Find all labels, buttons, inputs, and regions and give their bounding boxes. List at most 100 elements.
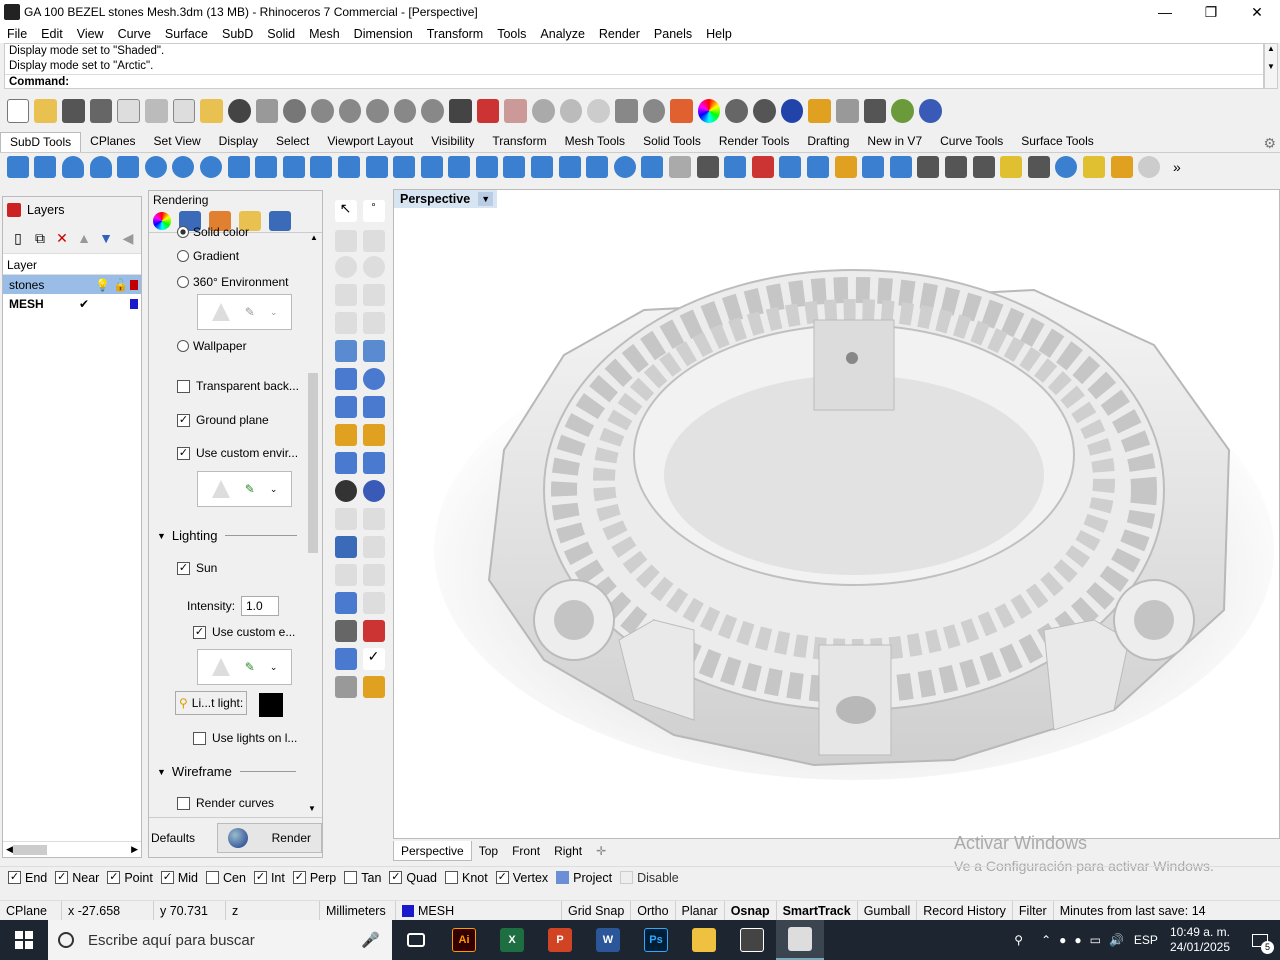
subd-globe-icon[interactable] <box>1055 156 1078 178</box>
subd-cup-icon[interactable] <box>669 156 692 178</box>
current-layer-check-icon[interactable]: ✔ <box>79 297 89 311</box>
render-light-icon[interactable] <box>808 99 832 123</box>
language-indicator[interactable]: ESP <box>1134 933 1158 947</box>
menu-panels[interactable]: Panels <box>647 27 699 41</box>
text-dimension-icon[interactable] <box>362 452 385 474</box>
tab-perspective[interactable]: Perspective <box>393 841 472 861</box>
defaults-button[interactable]: Defaults <box>149 831 211 845</box>
photoshop-icon[interactable]: Ps <box>632 920 680 960</box>
menu-mesh[interactable]: Mesh <box>302 27 347 41</box>
subd-mesh-icon[interactable] <box>531 156 554 178</box>
osnap-checkbox[interactable]: ✓ <box>160 871 174 884</box>
surface-icon[interactable] <box>334 340 357 362</box>
subd-box-icon[interactable] <box>6 156 29 178</box>
print-icon[interactable] <box>89 99 113 123</box>
paint-icon[interactable] <box>362 676 385 698</box>
subd-delete-icon[interactable] <box>751 156 774 178</box>
subd-sweep2-icon[interactable] <box>282 156 305 178</box>
osnap-checkbox[interactable]: ✓ <box>292 871 306 884</box>
custom-environment-checkbox[interactable]: ✓ Use custom envir... <box>177 446 298 460</box>
tab-cplanes[interactable]: CPlanes <box>81 132 144 152</box>
osnap-checkbox[interactable]: ✓ <box>495 871 509 884</box>
microphone-icon[interactable]: 🎤 <box>361 931 380 949</box>
maximize-button[interactable]: ❐ <box>1188 0 1234 24</box>
calculator-icon[interactable] <box>728 920 776 960</box>
subd-ellipsoid-icon[interactable] <box>172 156 195 178</box>
tray-app-2-icon[interactable]: ● <box>1074 933 1081 947</box>
sun-checkbox[interactable]: ✓ Sun <box>177 561 217 575</box>
subd-flag-icon[interactable] <box>1082 156 1105 178</box>
render-button[interactable]: Render <box>216 822 322 853</box>
boolean-union-icon[interactable] <box>362 368 385 390</box>
subd-brush-icon[interactable] <box>1110 156 1133 178</box>
subd-grid-icon[interactable] <box>889 156 912 178</box>
subd-loft-icon[interactable] <box>310 156 333 178</box>
subd-smooth-icon[interactable] <box>807 156 830 178</box>
notifications-icon[interactable]: 5 <box>1240 920 1280 960</box>
render-tools-icon[interactable] <box>334 424 357 446</box>
select-arrow-icon[interactable]: ↖ <box>334 200 357 222</box>
array-icon[interactable] <box>362 592 385 614</box>
rendered-sphere-icon[interactable] <box>780 99 804 123</box>
rotate-view-icon[interactable] <box>283 99 306 123</box>
subd-crease-icon[interactable] <box>586 156 609 178</box>
subd-tools-icon[interactable] <box>944 156 967 178</box>
subd-spider-icon[interactable] <box>1027 156 1050 178</box>
units-status[interactable]: Millimeters <box>320 900 396 921</box>
subd-sphere-icon[interactable] <box>144 156 167 178</box>
viewport-title-tab[interactable]: Perspective ▼ <box>394 190 498 208</box>
light-bulb-icon[interactable] <box>587 99 610 123</box>
osnap-checkbox[interactable] <box>556 871 570 884</box>
layer-color-swatch[interactable] <box>130 279 138 290</box>
ungroup-icon[interactable] <box>362 480 385 502</box>
blocks-icon[interactable] <box>334 592 357 614</box>
pan-hand-icon[interactable] <box>255 99 279 123</box>
minimize-button[interactable]: — <box>1142 0 1188 24</box>
menu-edit[interactable]: Edit <box>34 27 70 41</box>
subd-sphere-2-icon[interactable] <box>613 156 636 178</box>
color-wheel-icon[interactable] <box>697 99 721 123</box>
layers-panel-title[interactable]: Layers <box>27 203 65 217</box>
cplane-status[interactable]: CPlane <box>0 900 62 921</box>
excel-icon[interactable]: X <box>488 920 536 960</box>
new-sublayer-icon[interactable]: ⧉ <box>31 229 49 247</box>
custom-environment-preview[interactable]: ✎ ⌄ <box>197 471 292 507</box>
ellipse-icon[interactable] <box>362 256 385 278</box>
rhino-taskbar-icon[interactable] <box>776 920 824 960</box>
four-views-icon[interactable] <box>449 99 472 123</box>
subd-cube-gold-icon[interactable] <box>1000 156 1023 178</box>
layer-row-stones[interactable]: stones 💡 🔓 <box>3 275 141 294</box>
subd-convert-icon[interactable] <box>972 156 995 178</box>
dimension-icon[interactable] <box>334 452 357 474</box>
car-icon[interactable] <box>476 99 500 123</box>
orient-icon[interactable] <box>362 564 385 586</box>
osnap-perp[interactable]: ✓ Perp <box>292 871 336 885</box>
rendering-scrollbar[interactable]: ▲ ▼ <box>308 233 320 813</box>
subd-pen-icon[interactable] <box>779 156 802 178</box>
osnap-end[interactable]: ✓ End <box>8 871 47 885</box>
curve-icon[interactable] <box>362 230 385 252</box>
osnap-knot[interactable]: Knot <box>445 871 488 885</box>
tab-viewport-layout[interactable]: Viewport Layout <box>318 132 422 152</box>
fillet-curve-icon[interactable] <box>362 312 385 334</box>
filter-toggle[interactable]: Filter <box>1013 900 1054 921</box>
move-icon[interactable] <box>362 620 385 642</box>
zoom-window-icon[interactable] <box>338 99 362 123</box>
lock-circle-icon[interactable] <box>642 99 666 123</box>
osnap-checkbox[interactable]: ✓ <box>389 871 403 884</box>
undo-icon[interactable] <box>227 99 251 123</box>
subd-slide-icon[interactable] <box>834 156 857 178</box>
tab-right[interactable]: Right <box>547 841 589 861</box>
osnap-tan[interactable]: Tan <box>344 871 381 885</box>
wallpaper-option[interactable]: Wallpaper <box>177 339 247 353</box>
menu-render[interactable]: Render <box>592 27 647 41</box>
osnap-checkbox[interactable] <box>344 871 358 884</box>
menu-solid[interactable]: Solid <box>260 27 302 41</box>
rectangle-icon[interactable] <box>362 284 385 306</box>
osnap-toggle[interactable]: Osnap <box>725 900 777 921</box>
delete-layer-icon[interactable]: ✕ <box>53 229 71 247</box>
plugin-globe-icon[interactable] <box>891 99 914 123</box>
task-view-icon[interactable] <box>392 920 440 960</box>
subd-rebuild-icon[interactable] <box>862 156 885 178</box>
subd-sweep1-icon[interactable] <box>255 156 278 178</box>
